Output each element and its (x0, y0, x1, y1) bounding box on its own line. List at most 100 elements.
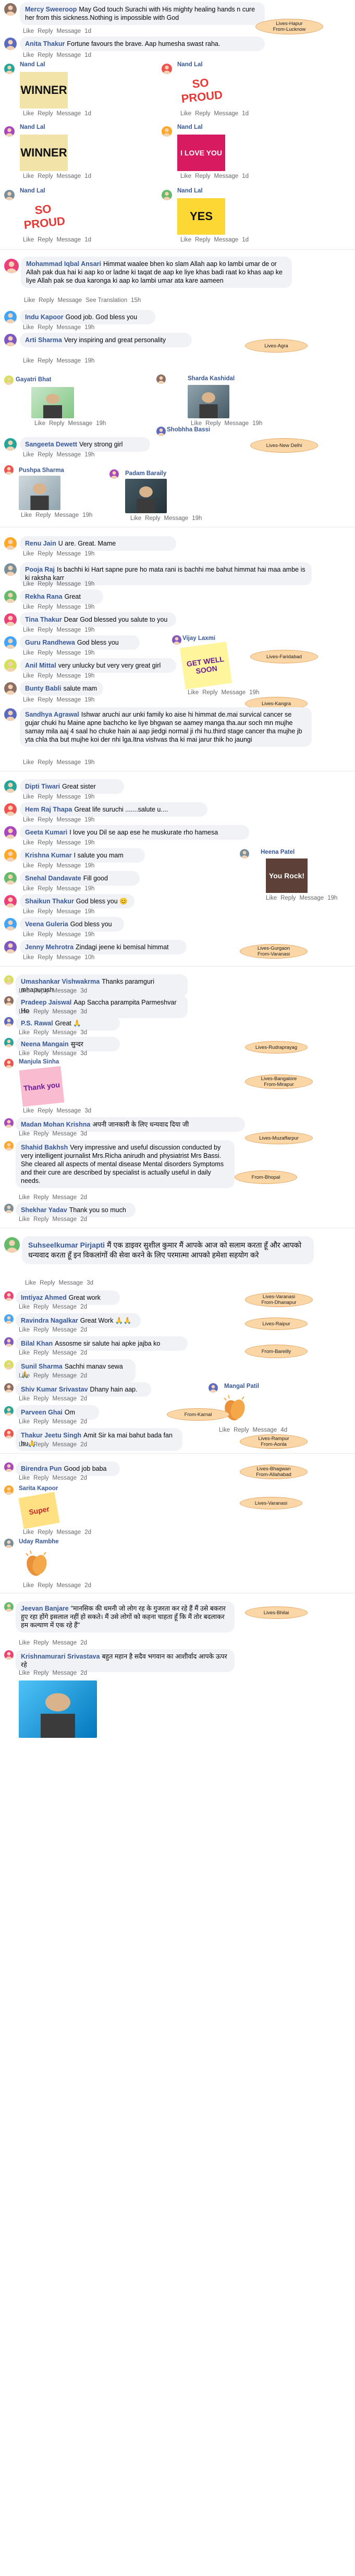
like-link[interactable]: Like (219, 1427, 230, 1433)
like-link[interactable]: Like (180, 237, 191, 243)
like-link[interactable]: Like (23, 627, 34, 633)
reply-link[interactable]: Reply (195, 173, 210, 179)
reply-link[interactable]: Reply (38, 817, 53, 823)
like-link[interactable]: Like (191, 420, 202, 427)
reply-link[interactable]: Reply (33, 1396, 48, 1402)
message-link[interactable]: Message (214, 111, 239, 117)
reply-link[interactable]: Reply (145, 515, 160, 522)
message-link[interactable]: Message (68, 420, 93, 427)
reply-link[interactable]: Reply (38, 627, 53, 633)
commenter-name[interactable]: Bilal Khan (21, 1340, 53, 1347)
message-link[interactable]: Message (57, 452, 81, 458)
message-link[interactable]: Message (59, 1280, 83, 1286)
avatar[interactable] (240, 849, 249, 858)
reply-link[interactable]: Reply (38, 1529, 53, 1535)
like-link[interactable]: Like (23, 358, 34, 364)
avatar[interactable] (4, 918, 17, 930)
reply-link[interactable]: Reply (33, 1419, 48, 1425)
avatar[interactable] (4, 1017, 14, 1026)
avatar[interactable] (4, 311, 17, 323)
avatar[interactable] (4, 1038, 14, 1047)
avatar[interactable] (4, 259, 19, 273)
reply-link[interactable]: Reply (195, 111, 210, 117)
commenter-name[interactable]: Sarita Kapoor (19, 1485, 58, 1492)
commenter-name[interactable]: Dipti Tiwari (25, 783, 60, 790)
avatar[interactable] (4, 1337, 14, 1347)
commenter-name[interactable]: Anil Mittal (25, 662, 56, 669)
like-link[interactable]: Like (24, 297, 35, 304)
reply-link[interactable]: Reply (38, 173, 53, 179)
reply-link[interactable]: Reply (39, 297, 54, 304)
commenter-name[interactable]: Pradeep Jaiswal (21, 999, 71, 1006)
avatar[interactable] (4, 1291, 14, 1301)
avatar[interactable] (4, 1059, 14, 1068)
like-link[interactable]: Like (19, 1050, 30, 1057)
avatar[interactable] (4, 38, 17, 50)
commenter-name[interactable]: Gayatri Bhat (16, 377, 51, 383)
message-link[interactable]: Message (57, 932, 81, 938)
avatar[interactable] (4, 438, 17, 451)
message-link[interactable]: Message (53, 1350, 77, 1356)
message-link[interactable]: Message (53, 1216, 77, 1223)
like-link[interactable]: Like (188, 690, 199, 696)
message-link[interactable]: Message (53, 1304, 77, 1310)
reply-link[interactable]: Reply (35, 512, 51, 518)
like-link[interactable]: Like (23, 886, 34, 892)
avatar[interactable] (4, 1406, 14, 1416)
like-link[interactable]: Like (23, 673, 34, 679)
like-link[interactable]: Like (23, 452, 34, 458)
like-link[interactable]: Like (23, 1582, 34, 1589)
like-link[interactable]: Like (19, 1396, 30, 1402)
like-link[interactable]: Like (23, 817, 34, 823)
reply-link[interactable]: Reply (33, 1327, 48, 1333)
avatar[interactable] (4, 803, 17, 816)
commenter-name[interactable]: Jenny Mehrotra (25, 944, 74, 951)
message-link[interactable]: Message (225, 420, 249, 427)
reply-link[interactable]: Reply (38, 794, 53, 800)
commenter-name[interactable]: Nand Lal (20, 62, 45, 68)
message-link[interactable]: Message (53, 1373, 77, 1379)
avatar[interactable] (4, 1602, 14, 1612)
message-link[interactable]: Message (55, 512, 79, 518)
avatar[interactable] (4, 334, 17, 346)
commenter-name[interactable]: Indu Kapoor (25, 313, 64, 321)
reply-link[interactable]: Reply (38, 358, 53, 364)
message-link[interactable]: Message (57, 358, 81, 364)
like-link[interactable]: Like (23, 324, 34, 331)
commenter-name[interactable]: Arti Sharma (25, 336, 62, 344)
reply-link[interactable]: Reply (38, 452, 53, 458)
avatar[interactable] (4, 636, 17, 649)
reply-link[interactable]: Reply (33, 1640, 48, 1646)
like-link[interactable]: Like (23, 650, 34, 656)
like-link[interactable]: Like (34, 420, 45, 427)
like-link[interactable]: Like (23, 1108, 34, 1114)
avatar[interactable] (4, 872, 17, 885)
like-link[interactable]: Like (19, 1327, 30, 1333)
message-link[interactable]: Message (57, 111, 81, 117)
like-link[interactable]: Like (19, 1442, 30, 1448)
message-link[interactable]: Message (300, 895, 324, 901)
commenter-name[interactable]: Shiv Kumar Srivastav (21, 1386, 88, 1393)
commenter-name[interactable]: Nand Lal (20, 124, 45, 130)
message-link[interactable]: Message (164, 515, 189, 522)
reply-link[interactable]: Reply (38, 759, 53, 766)
reply-link[interactable]: Reply (38, 1108, 53, 1114)
message-link[interactable]: Message (57, 954, 81, 961)
reply-link[interactable]: Reply (38, 28, 53, 34)
reply-link[interactable]: Reply (280, 895, 296, 901)
message-link[interactable]: Message (53, 1442, 77, 1448)
avatar[interactable] (4, 537, 17, 550)
reply-link[interactable]: Reply (33, 1216, 48, 1223)
reply-link[interactable]: Reply (38, 673, 53, 679)
reply-link[interactable]: Reply (33, 1670, 48, 1676)
commenter-name[interactable]: Nand Lal (20, 188, 45, 194)
like-link[interactable]: Like (19, 988, 30, 994)
like-link[interactable]: Like (23, 52, 34, 58)
message-link[interactable]: Message (53, 1419, 77, 1425)
reply-link[interactable]: Reply (33, 1475, 48, 1481)
like-link[interactable]: Like (19, 1373, 30, 1379)
commenter-name[interactable]: Rekha Rana (25, 593, 63, 600)
like-link[interactable]: Like (130, 515, 141, 522)
avatar[interactable] (4, 849, 17, 862)
message-link[interactable]: Message (57, 581, 81, 587)
